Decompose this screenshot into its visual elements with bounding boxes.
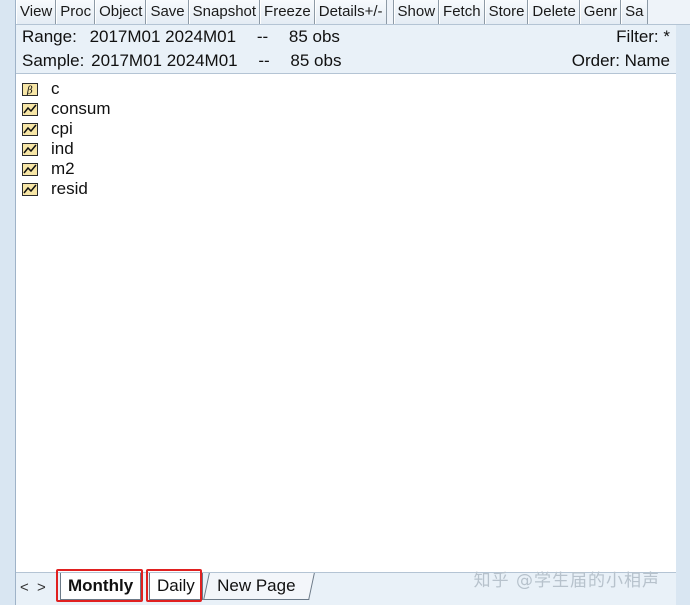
snapshot-button[interactable]: Snapshot xyxy=(188,0,261,24)
object-button[interactable]: Object xyxy=(95,0,147,24)
series-icon xyxy=(22,142,38,156)
window-right-border xyxy=(675,0,690,605)
sample-button[interactable]: Sa xyxy=(621,0,648,24)
object-list: β c consum cpi ind m2 resid xyxy=(16,74,676,573)
list-item-consum[interactable]: consum xyxy=(22,99,111,119)
list-item-cpi[interactable]: cpi xyxy=(22,119,73,139)
object-name: m2 xyxy=(51,159,75,178)
tab-new-page[interactable]: New Page xyxy=(203,573,316,600)
workfile-toolbar: View Proc Object Save Snapshot Freeze De… xyxy=(16,0,690,25)
tab-scroll-left-button[interactable]: < xyxy=(20,579,29,596)
view-button[interactable]: View xyxy=(16,0,57,24)
range-row[interactable]: Range: 2017M01 2024M01 -- 85 obs Filter:… xyxy=(22,25,670,49)
series-icon xyxy=(22,122,38,136)
sample-separator: -- xyxy=(258,51,270,70)
object-name: ind xyxy=(51,139,74,158)
range-separator: -- xyxy=(256,27,269,46)
tab-scroll-right-button[interactable]: > xyxy=(37,579,46,596)
coefficient-vector-icon: β xyxy=(22,82,38,96)
delete-button[interactable]: Delete xyxy=(528,0,580,24)
window-left-border xyxy=(0,0,16,605)
series-icon xyxy=(22,162,38,176)
range-value: 2017M01 2024M01 xyxy=(89,27,237,46)
page-tab-bar: < > Monthly Daily New Page 知乎 @学生届的小相声 xyxy=(16,569,676,605)
fetch-button[interactable]: Fetch xyxy=(439,0,485,24)
sample-row[interactable]: Sample: 2017M01 2024M01 -- 85 obs Order:… xyxy=(22,49,670,73)
sample-label: Sample: xyxy=(22,51,85,70)
list-item-ind[interactable]: ind xyxy=(22,139,74,159)
range-label: Range: xyxy=(22,27,77,46)
details-button[interactable]: Details+/- xyxy=(314,0,387,24)
proc-button[interactable]: Proc xyxy=(56,0,96,24)
filter-label[interactable]: Filter: * xyxy=(616,25,670,49)
freeze-button[interactable]: Freeze xyxy=(260,0,315,24)
store-button[interactable]: Store xyxy=(484,0,529,24)
save-button[interactable]: Save xyxy=(146,0,189,24)
series-icon xyxy=(22,182,38,196)
order-label[interactable]: Order: Name xyxy=(572,49,670,73)
daily-tab-highlight xyxy=(146,569,202,602)
watermark-text: 知乎 @学生届的小相声 xyxy=(473,571,660,591)
object-name: consum xyxy=(51,99,111,118)
object-name: resid xyxy=(51,179,88,198)
workfile-info-panel: Range: 2017M01 2024M01 -- 85 obs Filter:… xyxy=(16,25,676,74)
genr-button[interactable]: Genr xyxy=(579,0,622,24)
object-name: c xyxy=(51,79,60,98)
new-page-label: New Page xyxy=(217,576,296,595)
series-icon xyxy=(22,102,38,116)
workfile-window: View Proc Object Save Snapshot Freeze De… xyxy=(0,0,690,605)
list-item-c[interactable]: β c xyxy=(22,79,60,99)
show-button[interactable]: Show xyxy=(393,0,440,24)
list-item-m2[interactable]: m2 xyxy=(22,159,75,179)
toolbar-separator xyxy=(387,0,394,24)
sample-obs: 85 obs xyxy=(290,51,342,70)
sample-value: 2017M01 2024M01 xyxy=(91,51,238,70)
list-item-resid[interactable]: resid xyxy=(22,179,88,199)
range-obs: 85 obs xyxy=(288,27,340,46)
svg-text:β: β xyxy=(26,85,33,95)
object-name: cpi xyxy=(51,119,73,138)
monthly-tab-highlight xyxy=(56,569,143,602)
